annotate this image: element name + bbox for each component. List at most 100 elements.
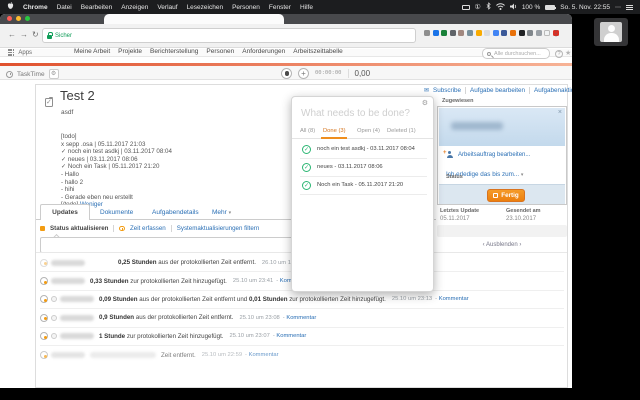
apps-grid-icon[interactable] [8, 49, 14, 55]
check-icon[interactable]: ✓ [302, 181, 311, 190]
reload-icon[interactable]: ↻ [32, 31, 39, 39]
todo-tab-open[interactable]: Open (4) [357, 128, 380, 134]
star-icon[interactable]: ★ [565, 49, 571, 57]
forward-button[interactable]: → [20, 31, 28, 39]
menu-lesezeichen[interactable]: Lesezeichen [187, 4, 224, 11]
nav-personen[interactable]: Personen [206, 48, 234, 55]
edit-task-link[interactable]: Aufgabe bearbeiten [470, 87, 525, 94]
edit-assignment-link[interactable]: Arbeitsauftrag bearbeiten... [458, 152, 530, 158]
display-icon[interactable] [462, 5, 470, 10]
browser-tab[interactable] [104, 14, 284, 24]
clock-icon [119, 226, 125, 232]
track-time-link[interactable]: Zeit erfassen [130, 225, 166, 232]
menu-datei[interactable]: Datei [57, 4, 72, 11]
extension-icon[interactable] [476, 30, 482, 36]
extension-icon[interactable] [493, 30, 499, 36]
apps-label[interactable]: Apps [18, 50, 32, 56]
apple-menu-icon[interactable] [7, 2, 14, 12]
record-time-button[interactable] [281, 68, 292, 79]
todo-item[interactable]: ✓ neues - 03.11.2017 08:06 [292, 158, 433, 176]
volume-icon[interactable] [510, 3, 517, 12]
menu-bearbeiten[interactable]: Bearbeiten [81, 4, 112, 11]
nav-anforderungen[interactable]: Anforderungen [242, 48, 285, 55]
menu-hilfe[interactable]: Hilfe [300, 4, 313, 11]
todo-item[interactable]: ✓ Noch ein Task - 05.11.2017 21:20 [292, 176, 433, 194]
minimize-window-button[interactable] [16, 16, 21, 21]
notification-center-icon[interactable] [626, 4, 633, 11]
nav-berichterstellung[interactable]: Berichterstellung [150, 48, 198, 55]
check-icon[interactable]: ✓ [302, 145, 311, 154]
todo-item[interactable]: ✓ noch ein test asdkj - 03.11.2017 08:04 [292, 140, 433, 158]
redacted-username [51, 352, 85, 358]
subscribe-link[interactable]: Subscribe [433, 87, 461, 94]
extension-icon[interactable] [544, 30, 550, 36]
tab-dokumente[interactable]: Dokumente [100, 209, 133, 216]
address-bar[interactable]: Sicher [42, 28, 416, 43]
nav-projekte[interactable]: Projekte [118, 48, 142, 55]
close-window-button[interactable] [7, 16, 12, 21]
extension-icon[interactable] [484, 30, 490, 36]
app-avatar-icon [51, 296, 57, 302]
todo-tab-deleted[interactable]: Deleted (1) [387, 128, 416, 134]
security-label[interactable]: Sicher [55, 33, 72, 39]
extension-icon[interactable] [519, 30, 525, 36]
circled-one-icon[interactable]: ① [475, 3, 481, 11]
assignee-card[interactable]: × [439, 108, 565, 146]
extension-icon[interactable] [467, 30, 473, 36]
remove-assignee-icon[interactable]: × [558, 109, 562, 116]
tab-mehr[interactable]: Mehr ▾ [212, 209, 231, 216]
nav-arbeitszeittabelle[interactable]: Arbeitszeittabelle [293, 48, 343, 55]
tasktime-clock-icon [6, 71, 13, 78]
tab-updates[interactable]: Updates [40, 204, 90, 220]
hide-panel-link[interactable]: ‹ Ausblenden › [437, 242, 567, 248]
task-title[interactable]: Test 2 [60, 88, 95, 103]
nav-meine-arbeit[interactable]: Meine Arbeit [74, 48, 110, 55]
task-actions-link[interactable]: Aufgabenaktionen ▾ [534, 87, 572, 94]
check-icon[interactable]: ✓ [302, 163, 311, 172]
browser-menu-icon[interactable]: ⋮ [552, 29, 560, 38]
wifi-icon[interactable] [496, 3, 505, 12]
filter-updates-link[interactable]: Systemaktualisierungen filtern [177, 225, 260, 232]
menubar-clock[interactable]: So. 5. Nov. 22:55 [560, 4, 610, 11]
extension-icon[interactable] [450, 30, 456, 36]
extension-icon[interactable] [433, 30, 439, 36]
complete-button[interactable]: Fertig [487, 189, 525, 202]
extension-icon[interactable] [527, 30, 533, 36]
extension-icon[interactable] [501, 30, 507, 36]
battery-icon[interactable] [545, 5, 555, 10]
profile-window[interactable] [594, 18, 628, 46]
update-status-link[interactable]: Status aktualisieren [50, 225, 108, 232]
menu-fenster[interactable]: Fenster [269, 4, 291, 11]
tab-aufgabendetails[interactable]: Aufgabendetails [152, 209, 199, 216]
tracked-amount: 0,00 [355, 69, 371, 78]
gear-icon[interactable]: ⚙ [422, 99, 428, 107]
browser-window: ← → ↻ Sicher ⋮ Apps Meine Arbeit Projekt… [0, 14, 572, 388]
extension-icon[interactable] [536, 30, 542, 36]
tasktime-settings-icon[interactable]: ⚙ [49, 69, 59, 79]
update-timestamp: 25.10 um 23:13 [392, 296, 432, 302]
menu-chrome[interactable]: Chrome [23, 4, 48, 11]
comment-link[interactable]: Kommentar [245, 352, 279, 358]
menu-verlauf[interactable]: Verlauf [157, 4, 177, 11]
comment-link[interactable]: Kommentar [283, 315, 317, 321]
extension-icon[interactable] [510, 30, 516, 36]
menu-anzeigen[interactable]: Anzeigen [121, 4, 148, 11]
update-timestamp: 25.10 um 23:07 [230, 333, 270, 339]
comment-link[interactable]: Kommentar [273, 333, 307, 339]
todo-tab-all[interactable]: All (8) [300, 128, 315, 134]
extension-icon[interactable] [441, 30, 447, 36]
update-timestamp: 25.10 um 23:41 [233, 278, 273, 284]
todo-input[interactable]: What needs to be done? [301, 108, 410, 119]
back-button[interactable]: ← [8, 31, 16, 39]
help-icon[interactable]: ? [555, 50, 563, 58]
extension-icon[interactable] [458, 30, 464, 36]
search-input[interactable]: Alle durchsuchen... [482, 48, 550, 59]
bluetooth-icon[interactable] [486, 2, 491, 12]
extension-icon[interactable] [424, 30, 430, 36]
comment-link[interactable]: Kommentar [435, 296, 469, 302]
menu-personen[interactable]: Personen [232, 4, 260, 11]
siri-icon[interactable]: ⋯ [615, 4, 621, 11]
add-time-button[interactable]: + [298, 68, 309, 79]
zoom-window-button[interactable] [25, 16, 30, 21]
todo-tab-done[interactable]: Done (3) [323, 128, 346, 134]
